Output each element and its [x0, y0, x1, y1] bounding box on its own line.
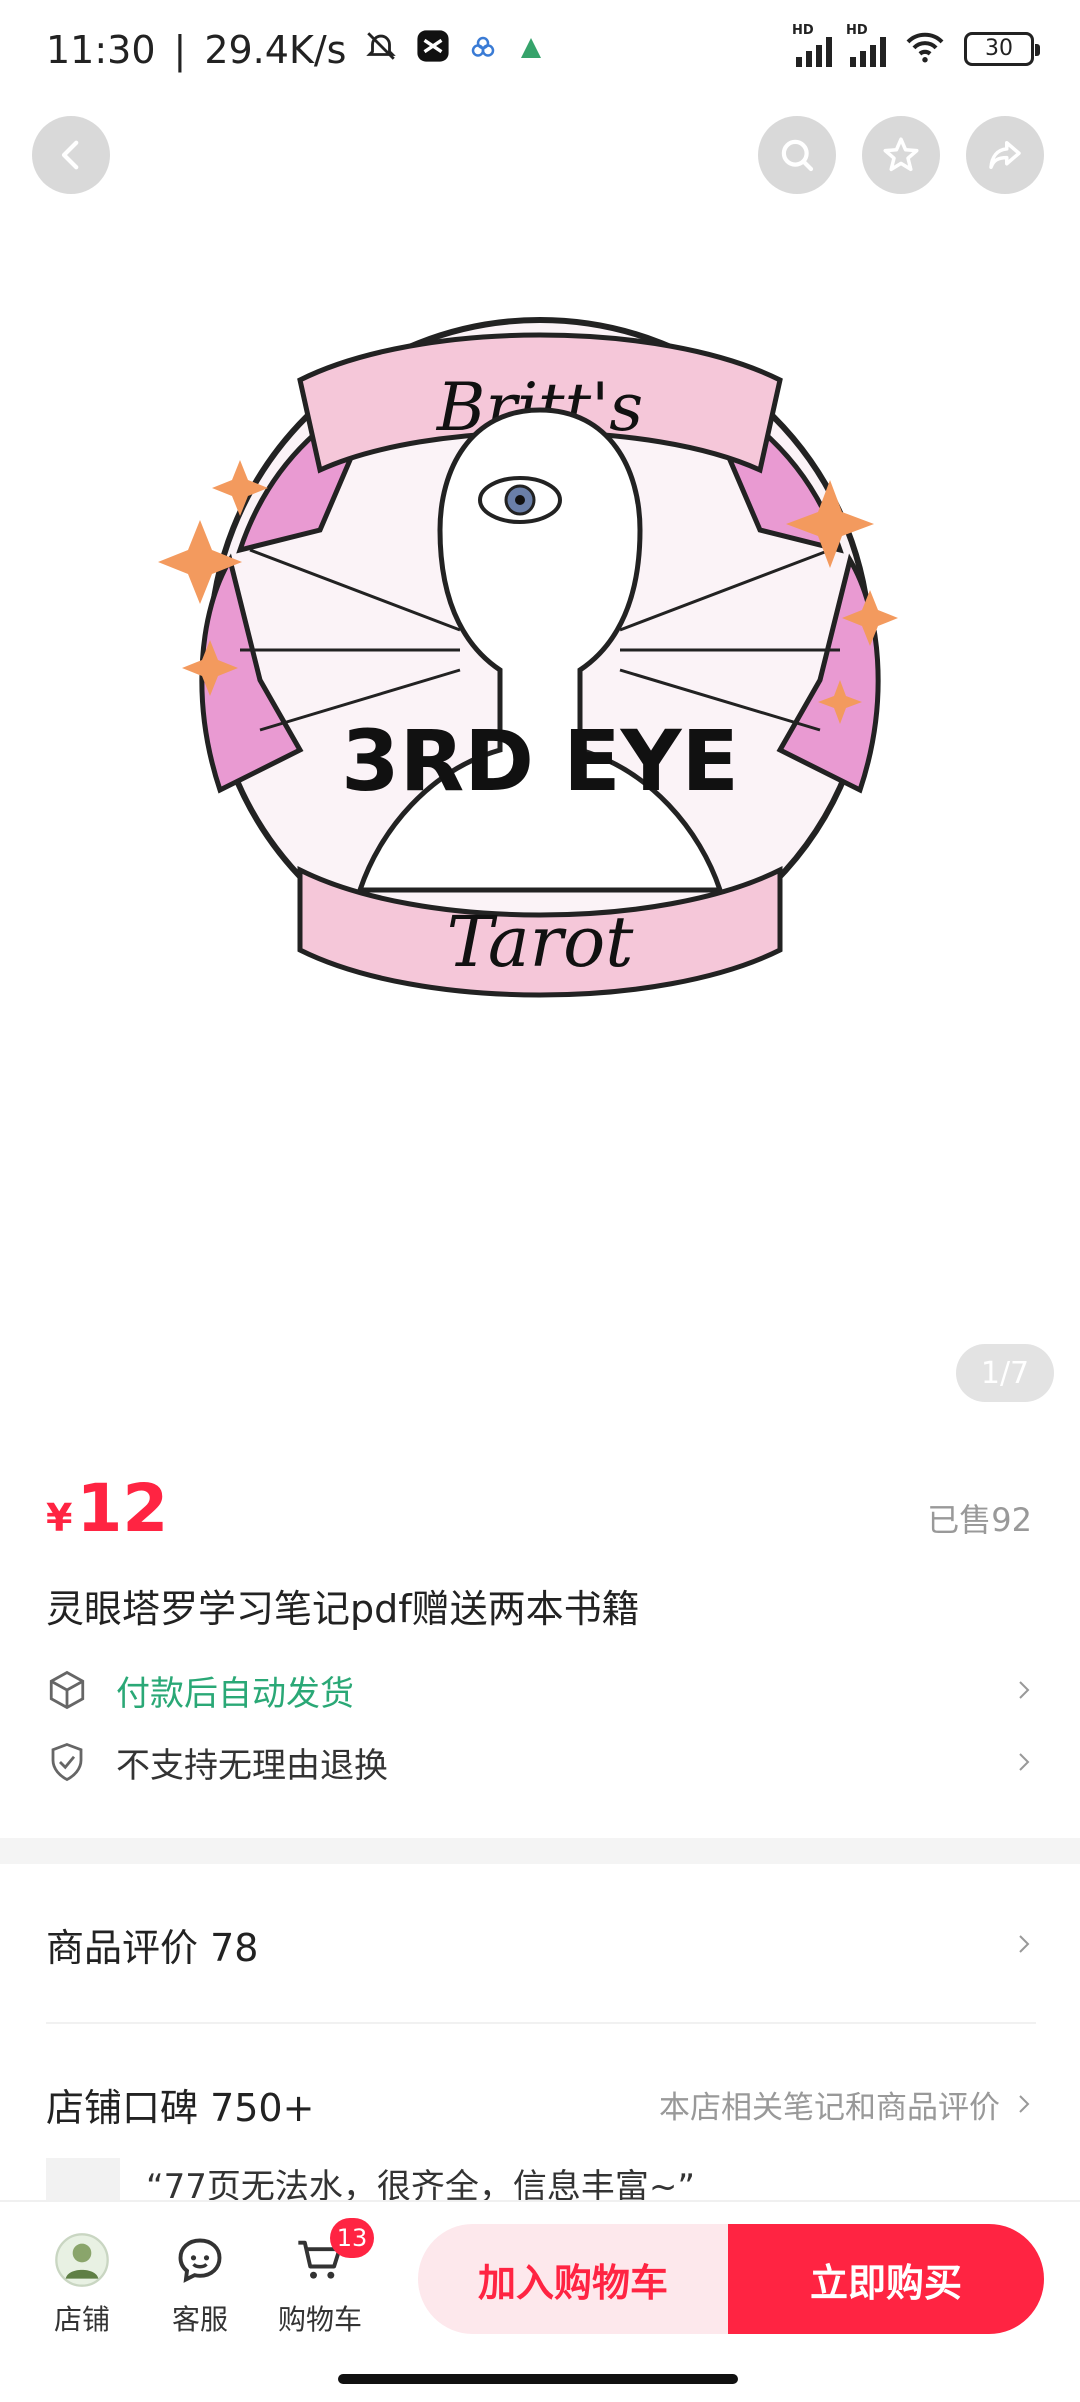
favorite-button[interactable] [862, 116, 940, 194]
back-button[interactable] [32, 116, 110, 194]
shop-tab[interactable]: 店铺 [32, 2232, 132, 2338]
delivery-row[interactable]: 付款后自动发货 [46, 1660, 1036, 1720]
app-icon-blue [468, 28, 498, 72]
return-policy-row[interactable]: 不支持无理由退换 [46, 1732, 1036, 1792]
store-reputation-extra: 本店相关笔记和商品评价 [659, 2089, 1000, 2126]
image-page-indicator: 1/7 [956, 1344, 1054, 1402]
cart-label: 购物车 [277, 2303, 362, 2336]
status-right: HD HD 30 [792, 23, 1040, 68]
cart-tab[interactable]: 13 购物车 [270, 2218, 374, 2338]
cart-count-badge: 13 [330, 2218, 374, 2258]
chevron-right-icon [1019, 1681, 1030, 1699]
logo-center-text: 3RD EYE [341, 712, 739, 810]
bottom-action-bar: 店铺 客服 13 购物车 加入购物车 立即购买 [0, 2200, 1080, 2402]
wifi-icon [904, 30, 946, 68]
shop-avatar-icon [54, 2232, 110, 2288]
chevron-right-icon [1019, 1753, 1030, 1771]
bell-off-icon [364, 28, 398, 72]
search-button[interactable] [758, 116, 836, 194]
signal-icon: HD [792, 23, 832, 67]
shield-check-icon [51, 1743, 83, 1782]
delivery-text: 付款后自动发货 [116, 1673, 354, 1714]
status-time: 11:30 [46, 28, 156, 72]
share-icon [989, 141, 1021, 169]
buy-now-button[interactable]: 立即购买 [728, 2224, 1044, 2334]
logo-bottom-text: Tarot [447, 901, 635, 983]
customer-service-tab[interactable]: 客服 [150, 2232, 250, 2338]
box-icon [49, 1670, 85, 1710]
service-label: 客服 [171, 2303, 228, 2336]
chevron-right-icon [1019, 2095, 1030, 2113]
store-reputation-label: 店铺口碑 750+ [46, 2085, 315, 2130]
price-value: 12 [76, 1470, 169, 1547]
sold-count: 已售92 [927, 1501, 1032, 1539]
search-icon [781, 139, 814, 172]
product-title: 灵眼塔罗学习笔记pdf赠送两本书籍 [46, 1587, 640, 1631]
share-button[interactable] [966, 116, 1044, 194]
back-icon [61, 140, 79, 170]
signal-icon-2: HD [846, 23, 886, 67]
return-policy-text: 不支持无理由退换 [116, 1745, 388, 1786]
shop-label: 店铺 [53, 2303, 110, 2336]
status-bar: 11:30 | 29.4K/s HD HD 30 [0, 0, 1080, 110]
chat-bubble-icon [172, 2232, 228, 2288]
battery-indicator: 30 [964, 32, 1040, 66]
app-icon-green [516, 28, 546, 72]
store-reputation-row[interactable]: 店铺口碑 750+ 本店相关笔记和商品评价 [46, 2074, 1036, 2134]
divider-line [46, 2022, 1036, 2024]
star-icon [883, 137, 919, 172]
section-divider [0, 1838, 1080, 1864]
capcut-icon [416, 28, 450, 72]
add-to-cart-button[interactable]: 加入购物车 [418, 2224, 728, 2334]
reviews-label: 商品评价 78 [46, 1925, 259, 1970]
status-separator: | [173, 28, 187, 72]
chevron-right-icon [1019, 1935, 1030, 1953]
currency-symbol: ¥ [46, 1496, 73, 1540]
tarot-logo-image: Britt's 3RD EYE Tarot [158, 317, 898, 998]
product-reviews-row[interactable]: 商品评价 78 [46, 1914, 1036, 1974]
status-left: 11:30 | 29.4K/s [46, 28, 546, 72]
price: ¥ 12 [46, 1470, 168, 1547]
product-image-carousel[interactable]: Britt's 3RD EYE Tarot [0, 230, 1080, 1420]
network-speed: 29.4K/s [204, 28, 347, 72]
home-indicator[interactable] [338, 2374, 738, 2384]
